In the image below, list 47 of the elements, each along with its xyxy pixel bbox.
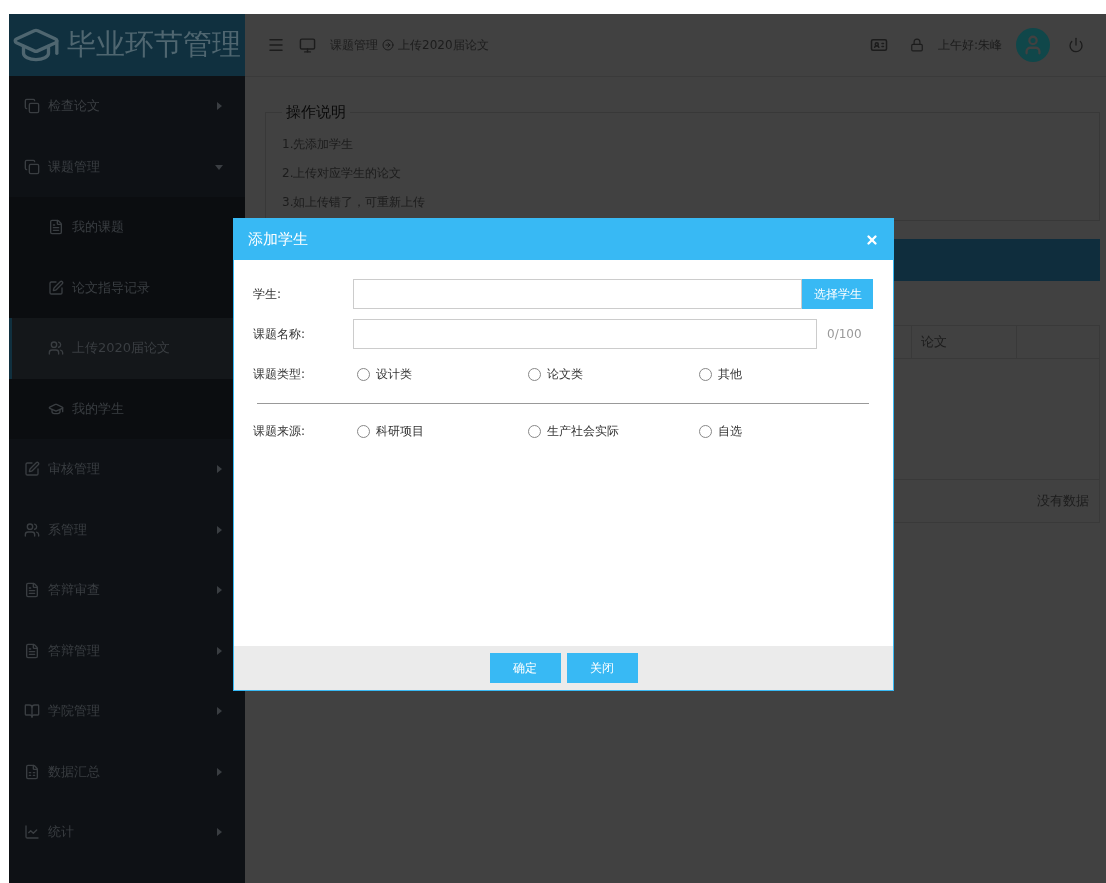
field-label: 学生: (253, 285, 283, 303)
select-student-button[interactable]: 选择学生 (802, 279, 873, 309)
power-icon[interactable] (1068, 37, 1084, 53)
documents-icon (24, 158, 40, 175)
users-icon (24, 521, 40, 538)
caret-icon (215, 586, 223, 595)
caret-icon (215, 102, 223, 111)
radio-option[interactable]: 科研项目 (353, 422, 524, 440)
radio-option[interactable]: 设计类 (353, 365, 524, 383)
documents-icon (24, 642, 40, 659)
confirm-button[interactable]: 确定 (489, 653, 561, 683)
close-button[interactable] (865, 232, 879, 247)
caret-icon (215, 707, 223, 716)
chart-icon (24, 824, 40, 841)
id-card-icon[interactable] (869, 36, 888, 54)
book-icon (24, 703, 40, 720)
caret-icon (215, 465, 223, 474)
close-dialog-button[interactable]: 关闭 (566, 653, 638, 683)
arrow-right-icon (382, 39, 394, 51)
avatar-icon[interactable] (1016, 28, 1050, 62)
radio-option[interactable]: 其他 (695, 365, 866, 383)
topic-name-field[interactable] (353, 319, 817, 349)
caret-icon (215, 828, 223, 837)
menu-icon[interactable] (267, 36, 285, 54)
monitor-icon[interactable] (299, 36, 316, 54)
field-label: 课题名称: (253, 325, 307, 343)
documents-icon (24, 582, 40, 599)
dialog-title: 添加学生 (248, 230, 308, 249)
field-label: 课题类型: (253, 365, 307, 383)
caret-icon (215, 646, 223, 655)
student-field[interactable] (353, 279, 803, 309)
lock-icon[interactable] (909, 38, 924, 52)
radio-option[interactable]: 论文类 (524, 365, 695, 383)
radio-option[interactable]: 自选 (695, 422, 866, 440)
field-label: 课题来源: (253, 422, 307, 440)
documents-icon (24, 98, 40, 115)
char-counter: 0/100 (827, 327, 862, 341)
edit-icon (24, 461, 40, 478)
edit-icon (48, 279, 64, 296)
users-icon (48, 340, 64, 357)
document-icon (48, 219, 64, 236)
caret-icon (215, 525, 223, 534)
caret-icon (215, 162, 223, 171)
spreadsheet-icon (24, 763, 40, 780)
radio-option[interactable]: 生产社会实际 (524, 422, 695, 440)
caret-icon (215, 767, 223, 776)
app-title: 毕业环节管理 (67, 26, 241, 63)
